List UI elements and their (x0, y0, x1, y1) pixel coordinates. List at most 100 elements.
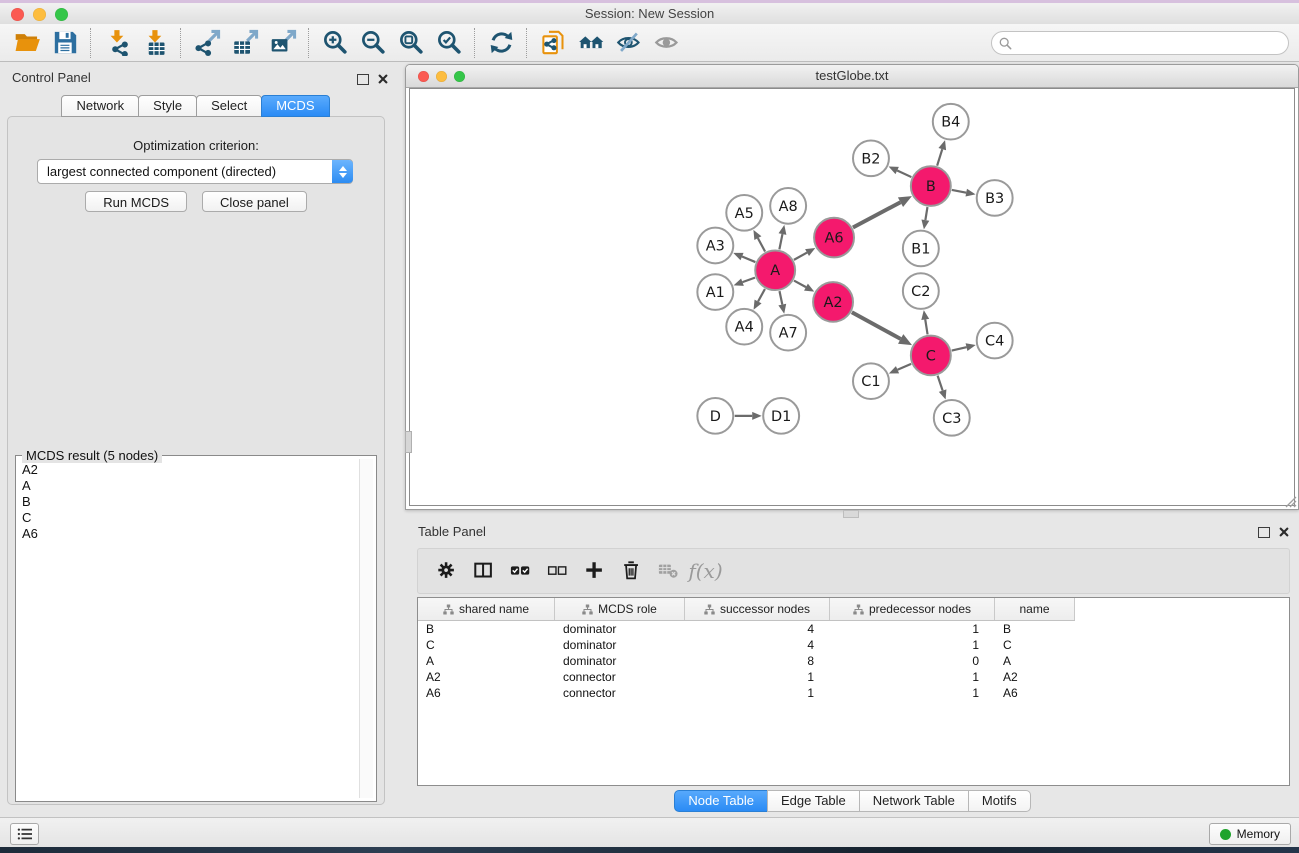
graph-edge-B-B2[interactable] (897, 170, 911, 177)
graph-node-A7[interactable]: A7 (770, 315, 806, 351)
graph-node-C3[interactable]: C3 (934, 400, 970, 436)
tab-node-table[interactable]: Node Table (674, 790, 768, 812)
graph-node-B4[interactable]: B4 (933, 104, 969, 140)
table-row[interactable]: Cdominator41C (418, 637, 1289, 653)
graph-edge-A-A1[interactable] (742, 278, 755, 283)
table-row[interactable]: Adominator80A (418, 653, 1289, 669)
graph-node-A1[interactable]: A1 (697, 274, 733, 310)
export-image-button[interactable] (264, 27, 302, 59)
first-neighbors-button[interactable] (572, 27, 610, 59)
graph-edge-A6-B[interactable] (853, 202, 901, 227)
function-builder-button[interactable]: f(x) (687, 554, 724, 588)
graph-edge-A-A7[interactable] (780, 291, 783, 304)
mcds-result-item[interactable]: A2 (22, 462, 376, 478)
tab-mcds[interactable]: MCDS (261, 95, 329, 117)
mcds-result-item[interactable]: C (22, 510, 376, 526)
table-row[interactable]: A2connector11A2 (418, 669, 1289, 685)
column-header-name[interactable]: name (995, 598, 1075, 620)
tab-motifs[interactable]: Motifs (968, 790, 1031, 812)
run-mcds-button[interactable]: Run MCDS (85, 191, 187, 212)
graph-node-C4[interactable]: C4 (977, 323, 1013, 359)
close-panel-icon[interactable] (378, 72, 388, 87)
tab-network-table[interactable]: Network Table (859, 790, 969, 812)
memory-button[interactable]: Memory (1209, 823, 1291, 845)
result-scrollbar[interactable] (359, 459, 373, 798)
show-all-button[interactable] (648, 27, 686, 59)
column-settings-button[interactable] (428, 554, 465, 588)
graph-edge-A-A8[interactable] (779, 234, 782, 249)
table-row[interactable]: A6connector11A6 (418, 685, 1289, 701)
window-resize-grip[interactable] (1282, 493, 1297, 508)
tab-select[interactable]: Select (196, 95, 262, 117)
search-box[interactable] (991, 31, 1289, 55)
deselect-all-checkboxes-button[interactable] (539, 554, 576, 588)
graph-node-B3[interactable]: B3 (977, 180, 1013, 216)
graph-edge-C-C2[interactable] (925, 319, 927, 334)
column-header-MCDS-role[interactable]: MCDS role (555, 598, 685, 620)
tab-style[interactable]: Style (138, 95, 197, 117)
graph-edge-A-A4[interactable] (758, 289, 765, 302)
add-entry-button[interactable] (576, 554, 613, 588)
graph-edge-C-C4[interactable] (952, 347, 967, 350)
graph-edge-B-B3[interactable] (952, 190, 966, 193)
graph-edge-C-C1[interactable] (898, 364, 912, 370)
delete-table-button[interactable] (650, 554, 687, 588)
apply-layout-button[interactable] (482, 27, 520, 59)
network-canvas[interactable]: B4 B2 B B3 A8A5 A6 A3 B1 A C2 A1 A2 A4A7 C4 C C1 C3 D D1 (409, 88, 1295, 506)
graph-node-A6[interactable]: A6 (814, 218, 854, 258)
delete-entry-button[interactable] (613, 554, 650, 588)
graph-node-B[interactable]: B (911, 166, 951, 206)
zoom-selected-button[interactable] (430, 27, 468, 59)
mcds-result-item[interactable]: B (22, 494, 376, 510)
graph-edge-B-B4[interactable] (937, 149, 942, 166)
float-panel-icon[interactable] (357, 74, 369, 85)
graph-edge-C-C3[interactable] (938, 376, 943, 391)
graph-node-C1[interactable]: C1 (853, 363, 889, 399)
graph-node-D1[interactable]: D1 (763, 398, 799, 434)
horizontal-split-handle[interactable] (843, 510, 859, 518)
graph-edge-A-A3[interactable] (742, 257, 755, 263)
graph-edge-A-A6[interactable] (794, 253, 807, 260)
select-all-checkboxes-button[interactable] (502, 554, 539, 588)
hide-selected-button[interactable] (610, 27, 648, 59)
graph-node-A8[interactable]: A8 (770, 188, 806, 224)
zoom-out-button[interactable] (354, 27, 392, 59)
column-header-successor-nodes[interactable]: successor nodes (685, 598, 830, 620)
float-table-panel-icon[interactable] (1258, 527, 1270, 538)
pane-divider-handle[interactable] (405, 431, 412, 453)
optimization-criterion-select[interactable]: largest connected component (directed) (37, 159, 353, 184)
mcds-result-item[interactable]: A6 (22, 526, 376, 542)
graph-node-A2[interactable]: A2 (813, 282, 853, 322)
graph-edge-A-A2[interactable] (794, 281, 806, 288)
table-row[interactable]: Bdominator41B (418, 621, 1289, 637)
graph-node-C2[interactable]: C2 (903, 273, 939, 309)
graph-node-A4[interactable]: A4 (726, 309, 762, 345)
export-network-button[interactable] (188, 27, 226, 59)
task-history-button[interactable] (10, 823, 39, 845)
tab-edge-table[interactable]: Edge Table (767, 790, 860, 812)
graph-node-B2[interactable]: B2 (853, 141, 889, 177)
open-session-button[interactable] (8, 27, 46, 59)
save-session-button[interactable] (46, 27, 84, 59)
mcds-result-item[interactable]: A (22, 478, 376, 494)
fit-content-button[interactable] (392, 27, 430, 59)
export-table-button[interactable] (226, 27, 264, 59)
search-input[interactable] (1012, 34, 1288, 52)
tab-network[interactable]: Network (61, 95, 139, 117)
import-network-button[interactable] (98, 27, 136, 59)
zoom-in-button[interactable] (316, 27, 354, 59)
column-header-shared-name[interactable]: shared name (418, 598, 555, 620)
import-table-button[interactable] (136, 27, 174, 59)
graph-node-B1[interactable]: B1 (903, 231, 939, 267)
graph-node-A3[interactable]: A3 (697, 228, 733, 264)
graph-node-A5[interactable]: A5 (726, 195, 762, 231)
graph-node-A[interactable]: A (755, 250, 795, 290)
close-panel-button[interactable]: Close panel (202, 191, 307, 212)
graph-node-D[interactable]: D (697, 398, 733, 434)
graph-edge-A-A5[interactable] (758, 238, 765, 251)
split-view-button[interactable] (465, 554, 502, 588)
column-header-predecessor-nodes[interactable]: predecessor nodes (830, 598, 995, 620)
graph-edge-B-B1[interactable] (925, 207, 927, 220)
graph-node-C[interactable]: C (911, 336, 951, 376)
graph-edge-A2-C[interactable] (852, 312, 901, 339)
